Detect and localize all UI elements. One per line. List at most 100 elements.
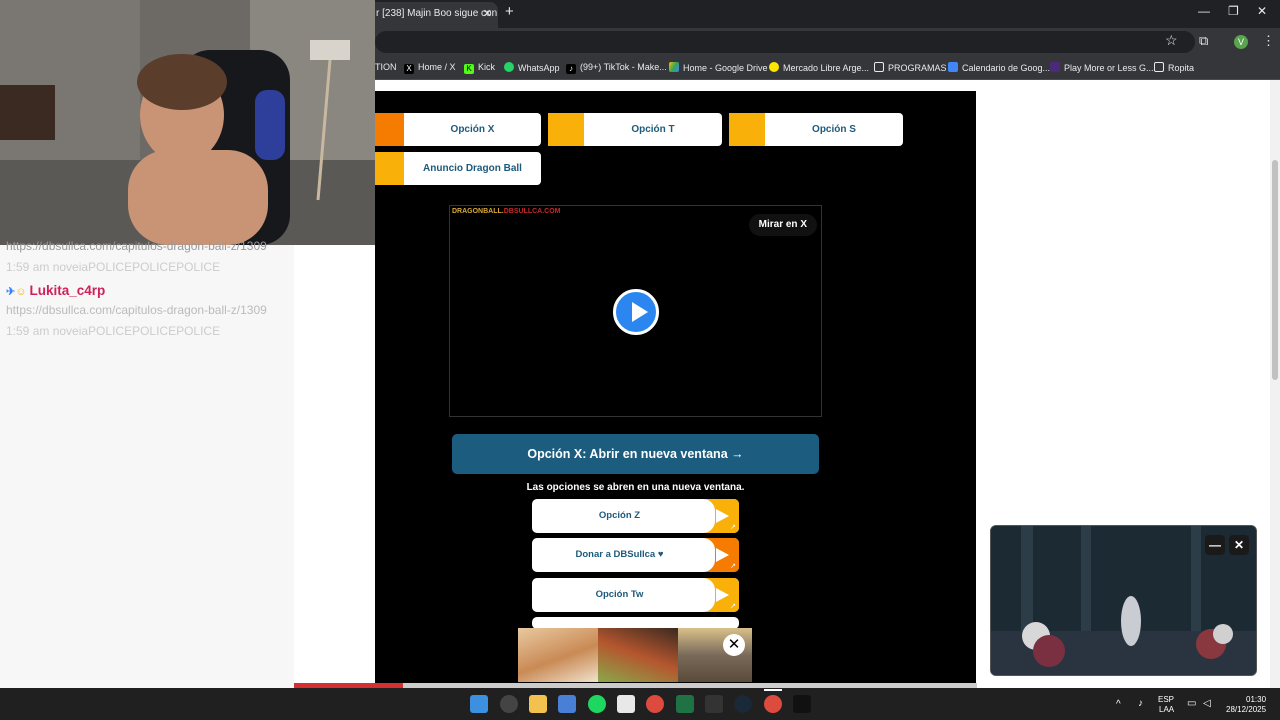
badge-icon: ✈ — [6, 286, 16, 298]
chat-message: https://dbsullca.com/capitulos-dragon-ba… — [6, 239, 267, 253]
chat-message: 1:59 am noveiaPOLICEPOLICEPOLICE — [6, 324, 221, 338]
close-ad-icon[interactable]: ✕ — [723, 634, 745, 656]
bookmark-item[interactable]: Ropita — [1154, 62, 1194, 73]
clock-time[interactable]: 01:30 — [1246, 695, 1266, 705]
dragon-ball-ad-button[interactable]: Anuncio Dragon Ball — [368, 152, 541, 185]
x-icon: X — [404, 64, 414, 74]
bookmark-item[interactable]: Mercado Libre Arge... — [769, 62, 869, 73]
active-app-indicator — [764, 689, 782, 691]
network-icon[interactable]: ▭ — [1187, 699, 1196, 709]
bookmark-item[interactable]: ♪ (99+) TikTok - Make... — [566, 62, 667, 74]
language-bottom[interactable]: LAA — [1159, 705, 1174, 715]
ad-image — [518, 628, 598, 682]
kick-icon: K — [464, 64, 474, 74]
volume-icon[interactable]: ◁ — [1203, 699, 1211, 709]
chat-username[interactable]: ✈☺ Lukita_c4rp — [6, 283, 105, 298]
option-label: Opción Tw — [595, 589, 644, 600]
tab-active[interactable]: r [238] Majin Boo sigue con ✕ — [368, 2, 498, 28]
folder-icon — [1154, 62, 1164, 72]
webcam-image — [0, 0, 375, 245]
profile-avatar[interactable]: V — [1234, 35, 1248, 49]
mini-player[interactable]: — ✕ — [990, 525, 1257, 676]
play-side: ↗ — [703, 499, 739, 533]
bookmark-item[interactable]: WhatsApp — [504, 62, 560, 73]
tiktok-taskbar-icon[interactable] — [793, 695, 811, 713]
chat-panel: https://dbsullca.com/capitulos-dragon-ba… — [0, 239, 294, 688]
option-label: Opción X — [450, 124, 495, 135]
food-ad-banner[interactable] — [518, 628, 752, 682]
taskbar: ^ ♪ ESP LAA ▭ ◁ 01:30 28/12/2025 — [0, 688, 1280, 720]
close-window-button[interactable]: ✕ — [1257, 4, 1267, 18]
minimize-button[interactable]: — — [1198, 4, 1210, 18]
microphone-icon[interactable]: ♪ — [1138, 699, 1143, 709]
clock-date[interactable]: 28/12/2025 — [1226, 705, 1266, 715]
chrome-active-icon[interactable] — [764, 695, 782, 713]
option-label: Donar a DBSullca ♥ — [575, 549, 664, 560]
bookmark-item[interactable]: TION — [375, 62, 397, 72]
external-link-icon: ↗ — [730, 524, 736, 531]
maximize-button[interactable]: ❐ — [1228, 4, 1239, 18]
option-label: Opción T — [631, 124, 675, 135]
play-icon[interactable] — [613, 289, 659, 335]
mini-close-button[interactable]: ✕ — [1229, 535, 1249, 555]
extensions-icon[interactable]: ⧉ — [1199, 33, 1208, 49]
folder-icon — [874, 62, 884, 72]
play-arrow-icon — [716, 588, 729, 602]
copilot-icon[interactable] — [500, 695, 518, 713]
drive-icon — [669, 62, 679, 72]
video-player[interactable]: DRAGONBALL.DBSULLCA.COM Mirar en X — [449, 205, 822, 417]
new-tab-button[interactable]: + — [505, 3, 514, 20]
whatsapp-icon — [504, 62, 514, 72]
menu-icon[interactable]: ⋮ — [1262, 33, 1275, 49]
option-x-button[interactable]: Opción X — [368, 113, 541, 146]
bookmark-item[interactable]: K Kick — [464, 62, 495, 74]
chrome-icon[interactable] — [646, 695, 664, 713]
bookmark-item[interactable]: PROGRAMAS — [874, 62, 947, 73]
store-icon[interactable] — [558, 695, 576, 713]
open-new-window-button[interactable]: Opción X: Abrir en nueva ventana → — [452, 434, 819, 474]
bookmark-item[interactable]: Home - Google Drive — [669, 62, 768, 73]
emoji-icon: ☺ — [15, 286, 30, 298]
language-top[interactable]: ESP — [1158, 695, 1174, 705]
capcut-icon[interactable] — [617, 695, 635, 713]
option-label: Opción Z — [598, 510, 641, 521]
address-bar[interactable] — [375, 31, 1195, 53]
option-label: Opción S — [812, 124, 856, 135]
option-t-button[interactable]: Opción T — [548, 113, 722, 146]
play-arrow-icon — [716, 509, 729, 523]
spotify-icon[interactable] — [588, 695, 606, 713]
bookmark-star-icon[interactable]: ☆ — [1165, 32, 1178, 49]
game-icon — [1050, 62, 1060, 72]
mini-minimize-button[interactable]: — — [1205, 535, 1225, 555]
donate-button[interactable]: ↗ Donar a DBSullca ♥ — [532, 538, 739, 572]
external-link-icon: ↗ — [730, 603, 736, 610]
webcam-overlay — [0, 0, 375, 245]
excel-icon[interactable] — [676, 695, 694, 713]
watch-on-x-button[interactable]: Mirar en X — [748, 214, 817, 236]
option-z-button[interactable]: ↗ Opción Z — [532, 499, 739, 533]
play-side: ↗ — [703, 578, 739, 612]
option-accent — [729, 113, 765, 146]
site-logo: DRAGONBALL.DBSULLCA.COM — [452, 208, 561, 215]
chat-message: 1:59 am noveiaPOLICEPOLICEPOLICE — [6, 260, 221, 274]
tray-chevron-icon[interactable]: ^ — [1116, 700, 1121, 710]
option-accent — [548, 113, 584, 146]
scrollbar-thumb[interactable] — [1272, 160, 1278, 380]
mercadolibre-icon — [769, 62, 779, 72]
option-label: Anuncio Dragon Ball — [423, 163, 522, 174]
option-tw-button[interactable]: ↗ Opción Tw — [532, 578, 739, 612]
play-side: ↗ — [703, 538, 739, 572]
epic-games-icon[interactable] — [705, 695, 723, 713]
calendar-icon — [948, 62, 958, 72]
bookmark-item[interactable]: Calendario de Goog... — [948, 62, 1050, 73]
bookmark-item[interactable]: Play More or Less G... — [1050, 62, 1154, 73]
file-explorer-icon[interactable] — [529, 695, 547, 713]
bookmark-item[interactable]: X Home / X — [404, 62, 456, 74]
tab-close-icon[interactable]: ✕ — [483, 2, 492, 26]
option-s-button[interactable]: Opción S — [729, 113, 903, 146]
tiktok-icon: ♪ — [566, 64, 576, 74]
page-scrollbar[interactable] — [1270, 80, 1280, 688]
ad-image — [598, 628, 678, 682]
start-icon[interactable] — [470, 695, 488, 713]
steam-icon[interactable] — [734, 695, 752, 713]
